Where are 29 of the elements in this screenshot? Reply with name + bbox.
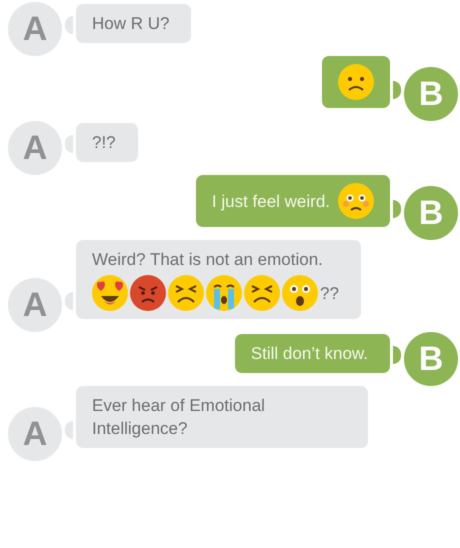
bubble-tail <box>393 200 401 218</box>
astonished-face-icon <box>282 275 318 311</box>
avatar: A <box>8 121 62 175</box>
squinting-face-icon <box>168 275 204 311</box>
message-text: Still don’t know. <box>250 343 368 365</box>
angry-face-icon <box>130 275 166 311</box>
message-text: Ever hear of Emotional Intelligence? <box>92 395 266 440</box>
bubble-tail <box>65 292 73 310</box>
squinting-face-icon <box>244 275 280 311</box>
heart-eyes-face-icon <box>92 275 128 311</box>
message-text: ?!? <box>92 132 116 154</box>
message-text: ?? <box>320 282 339 304</box>
message-text: Weird? That is not an emotion. <box>92 249 323 271</box>
bubble-tail <box>65 16 73 34</box>
avatar: B <box>404 67 458 121</box>
message-text: I just feel weird. <box>212 190 330 212</box>
worried-face-icon <box>338 183 374 219</box>
bubble-tail <box>393 346 401 364</box>
crying-face-icon <box>206 275 242 311</box>
avatar: A <box>8 407 62 461</box>
frowning-face-icon <box>338 64 374 100</box>
avatar: A <box>8 2 62 56</box>
avatar: B <box>404 332 458 386</box>
message-text: How R U? <box>92 13 170 35</box>
avatar: A <box>8 278 62 332</box>
bubble-tail <box>65 135 73 153</box>
avatar: B <box>404 186 458 240</box>
bubble-tail <box>393 81 401 99</box>
bubble-tail <box>65 421 73 439</box>
